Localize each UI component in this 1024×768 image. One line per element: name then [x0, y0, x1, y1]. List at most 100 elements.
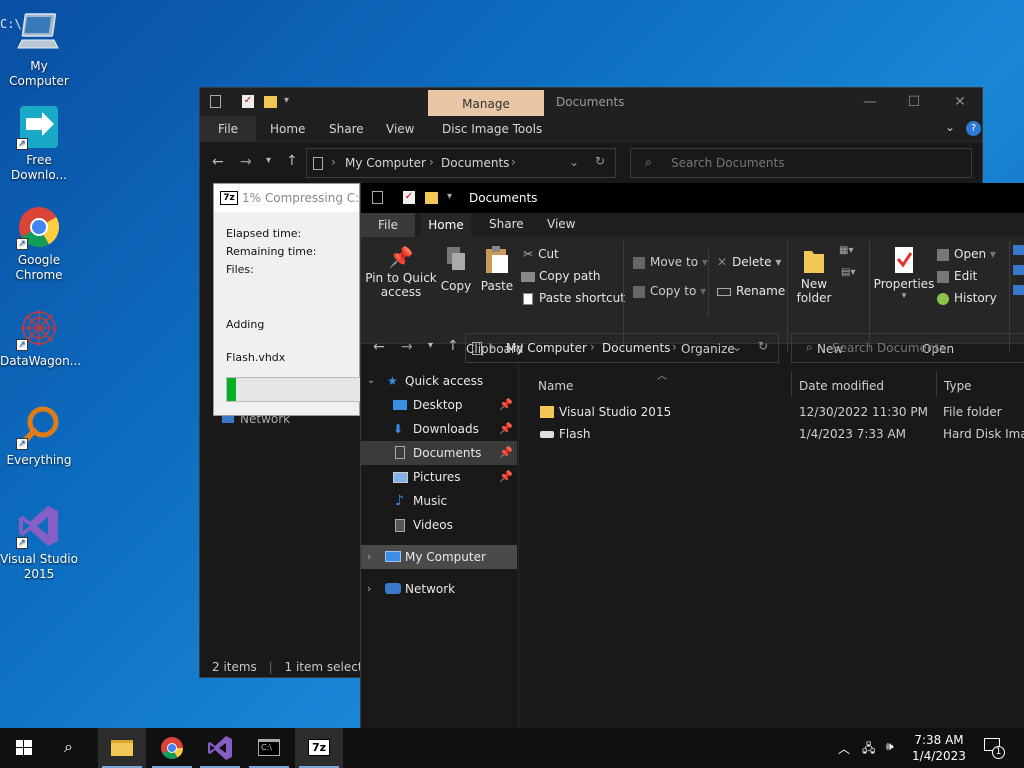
paste-button[interactable]: Paste [479, 245, 515, 293]
chevron-down-icon[interactable]: ⌄ [569, 155, 579, 169]
7zip-dialog-titlebar[interactable]: 7z 1% Compressing C:\U [214, 184, 359, 212]
pin-icon[interactable]: 📌 [499, 465, 513, 489]
tab-view[interactable]: View [547, 217, 575, 231]
back-arrow-icon[interactable]: ← [212, 154, 224, 170]
refresh-icon[interactable]: ↻ [595, 154, 605, 168]
desktop-icon-my-computer[interactable]: My Computer [0, 10, 78, 89]
copy-path-button[interactable]: Copy path [521, 269, 601, 283]
search-box[interactable]: ⌕ Search Documents [630, 148, 972, 178]
navigation-pane[interactable]: ⌄ ★ Quick access Desktop 📌 ⬇ Downloads 📌… [361, 365, 519, 768]
recent-locations-icon[interactable]: ▾ [428, 340, 433, 351]
address-bar[interactable]: › My Computer › Documents › ⌄ ↻ [306, 148, 616, 178]
tab-file[interactable]: File [200, 116, 256, 142]
copy-button[interactable]: Copy [439, 245, 473, 293]
expand-ribbon-icon[interactable]: ⌄ [945, 120, 955, 134]
network-status-icon[interactable]: 🖧 [862, 739, 875, 760]
clock[interactable]: 7:38 AM 1/4/2023 [908, 732, 970, 764]
nav-item-my-computer[interactable]: › My Computer [361, 545, 517, 569]
checkmark-quick-icon[interactable]: ✓ [403, 191, 415, 204]
tab-file[interactable]: File [361, 213, 415, 237]
maximize-button[interactable]: ☐ [902, 94, 926, 110]
front-explorer-window[interactable]: ✓ ▾ Documents File Home Share View 📌 Pin… [360, 183, 1024, 768]
nav-item-desktop[interactable]: Desktop 📌 [361, 393, 517, 417]
file-row[interactable]: Visual Studio 2015 12/30/2022 11:30 PM F… [538, 401, 1018, 423]
address-bar[interactable]: › My Computer › Documents › ⌄ ↻ [465, 333, 779, 363]
pin-icon[interactable]: 📌 [499, 441, 513, 465]
forward-arrow-icon[interactable]: → [401, 339, 413, 355]
chevron-down-icon[interactable]: ▾ [447, 191, 452, 202]
taskbar-visual-studio[interactable] [196, 728, 244, 768]
desktop-icon-visual-studio[interactable]: ↗ Visual Studio 2015 [0, 503, 78, 582]
search-button[interactable]: ⌕ [48, 728, 96, 768]
nav-item-network[interactable]: › Network [361, 577, 517, 601]
action-center-button[interactable]: 1 [982, 736, 1006, 760]
desktop-icon-free-download-manager[interactable]: ↗ Free Downlo... [0, 104, 78, 183]
copy-to-button[interactable]: Copy to ▾ [633, 284, 706, 298]
folder-quick-icon[interactable] [264, 96, 277, 108]
breadcrumb-my-computer[interactable]: My Computer [345, 156, 426, 170]
checkmark-quick-icon[interactable]: ✓ [242, 95, 254, 108]
tab-disc-image-tools[interactable]: Disc Image Tools [442, 122, 542, 136]
pin-icon[interactable]: 📌 [499, 417, 513, 441]
folder-quick-icon[interactable] [425, 192, 438, 204]
back-arrow-icon[interactable]: ← [373, 339, 385, 355]
move-to-button[interactable]: Move to ▾ [633, 255, 708, 269]
rename-button[interactable]: Rename [717, 284, 785, 298]
tab-share[interactable]: Share [489, 217, 524, 231]
new-folder-button[interactable]: New folder [793, 245, 835, 305]
minimize-button[interactable]: — [858, 94, 882, 110]
up-arrow-icon[interactable]: ↑ [286, 153, 298, 169]
breadcrumb-documents[interactable]: Documents [602, 341, 670, 355]
chevron-down-icon[interactable]: ▾ [284, 95, 289, 106]
file-row[interactable]: Flash 1/4/2023 7:33 AM Hard Disk Imag [538, 423, 1024, 445]
select-all-icon[interactable] [1013, 245, 1024, 305]
help-icon[interactable]: ? [966, 121, 981, 136]
column-header-date-modified[interactable]: Date modified [799, 379, 884, 393]
desktop-icon-google-chrome[interactable]: ↗ Google Chrome [0, 204, 78, 283]
properties-quick-icon[interactable] [372, 191, 383, 204]
front-window-titlebar[interactable]: ✓ ▾ Documents [361, 183, 1024, 213]
tab-view[interactable]: View [386, 122, 414, 136]
nav-item-quick-access[interactable]: ⌄ ★ Quick access [361, 369, 517, 393]
start-button[interactable] [0, 728, 48, 768]
column-header-name[interactable]: Name [538, 379, 573, 393]
pin-to-quick-access-button[interactable]: 📌 Pin to Quick access [365, 245, 437, 299]
chevron-down-icon[interactable]: ⌄ [732, 340, 742, 354]
taskbar-file-explorer[interactable] [98, 728, 146, 768]
refresh-icon[interactable]: ↻ [758, 339, 768, 353]
breadcrumb-my-computer[interactable]: My Computer [506, 341, 587, 355]
up-arrow-icon[interactable]: ↑ [447, 338, 459, 354]
breadcrumb-documents[interactable]: Documents [441, 156, 509, 170]
nav-item-music[interactable]: ♪ Music [361, 489, 517, 513]
paste-shortcut-button[interactable]: Paste shortcut [523, 291, 625, 305]
cut-button[interactable]: ✂ Cut [523, 247, 559, 261]
tab-home[interactable]: Home [270, 122, 305, 136]
open-button[interactable]: Open ▾ [937, 247, 996, 261]
desktop-icon-datawagon[interactable]: ↗ DataWagon... [0, 305, 81, 369]
desktop-icon-everything[interactable]: ↗ Everything [0, 404, 78, 468]
nav-item-pictures[interactable]: Pictures 📌 [361, 465, 517, 489]
history-button[interactable]: History [937, 291, 997, 305]
pin-icon[interactable]: 📌 [499, 393, 513, 417]
search-box[interactable]: ⌕ Search Documents [791, 333, 1024, 363]
taskbar-chrome[interactable] [148, 728, 196, 768]
properties-quick-icon[interactable] [210, 95, 221, 108]
delete-button[interactable]: ✕ Delete ▾ [717, 255, 781, 269]
7zip-progress-dialog[interactable]: 7z 1% Compressing C:\U Elapsed time: Rem… [213, 183, 372, 416]
nav-item-documents[interactable]: Documents 📌 [361, 441, 517, 465]
edit-button[interactable]: Edit [937, 269, 977, 283]
properties-button[interactable]: Properties ▾ [873, 245, 935, 301]
volume-icon[interactable]: 🕪 [886, 739, 894, 754]
close-button[interactable]: ✕ [948, 94, 972, 110]
show-hidden-icons-chevron[interactable]: ︿ [838, 740, 850, 757]
column-header-type[interactable]: Type [944, 379, 972, 393]
recent-locations-icon[interactable]: ▾ [266, 155, 271, 166]
nav-item-videos[interactable]: Videos [361, 513, 517, 537]
tab-share[interactable]: Share [329, 122, 364, 136]
easy-access-icon[interactable]: ▤▾ [841, 267, 861, 283]
back-window-titlebar[interactable]: ✓ ▾ Manage Documents — ☐ ✕ [200, 88, 982, 116]
taskbar-7zip[interactable]: 7z [295, 728, 343, 768]
nav-item-downloads[interactable]: ⬇ Downloads 📌 [361, 417, 517, 441]
new-item-icon[interactable]: ▦▾ [839, 245, 859, 261]
taskbar-command-prompt[interactable]: C:\ [245, 728, 293, 768]
